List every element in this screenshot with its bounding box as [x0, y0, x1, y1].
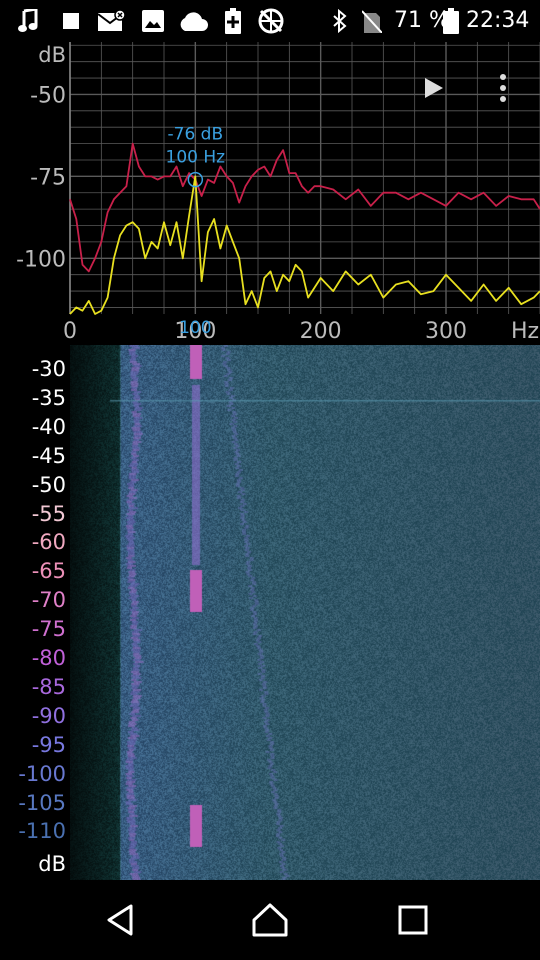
- bluetooth-icon: [330, 8, 350, 34]
- cursor-db-readout: -76 dB: [168, 125, 224, 145]
- overflow-menu-button[interactable]: [490, 70, 516, 106]
- clock: 22:34: [466, 8, 530, 33]
- y-tick-label: -75: [30, 165, 66, 190]
- db-scale-label: -100: [18, 761, 66, 786]
- y-tick-label: -50: [30, 83, 66, 108]
- battery-icon: [442, 8, 460, 34]
- x-tick-label: 300: [425, 319, 467, 342]
- db-scale-label: -35: [31, 385, 66, 410]
- x-tick-label: 200: [300, 319, 342, 342]
- x-tick-label: 0: [63, 319, 77, 342]
- spectrogram-canvas[interactable]: [70, 345, 540, 880]
- navigation-bar: [0, 880, 540, 960]
- db-unit-label: dB: [38, 852, 66, 877]
- recents-icon: [398, 905, 428, 935]
- db-scale-label: -45: [31, 443, 66, 468]
- db-scale-label: -60: [31, 530, 66, 555]
- db-scale-label: -50: [31, 472, 66, 497]
- db-scale-label: -70: [31, 588, 66, 613]
- db-scale-label: -90: [31, 703, 66, 728]
- cloud-icon: [177, 8, 209, 34]
- cursor-axis-marker: 100: [179, 318, 211, 338]
- db-scale-label: -40: [31, 414, 66, 439]
- status-bar: 71 % 22:34: [0, 0, 540, 42]
- db-scale-label: -55: [31, 501, 66, 526]
- grid: [69, 42, 540, 314]
- more-vert-icon: [500, 74, 506, 102]
- waterfall-spectrogram[interactable]: -30 -35 -40 -45 -50 -55 -60 -65 -70 -75 -80 -85 -90 -…: [0, 345, 540, 880]
- db-scale-label: -65: [31, 559, 66, 584]
- spectrum-chart[interactable]: dB-50-75-1000 100 200 300 Hz -76 dB100 Hz100: [0, 42, 540, 342]
- no-signal-icon: [360, 8, 384, 34]
- sync-disabled-icon: [256, 8, 286, 34]
- db-scale-label: -110: [18, 819, 66, 844]
- home-button[interactable]: [240, 898, 300, 942]
- stop-icon: [60, 8, 82, 34]
- recents-button[interactable]: [383, 898, 443, 942]
- home-icon: [252, 903, 288, 937]
- y-tick-label: -100: [16, 247, 66, 272]
- db-scale-label: -105: [18, 790, 66, 815]
- cursor-hz-readout: 100 Hz: [166, 148, 226, 168]
- db-scale-label: -85: [31, 674, 66, 699]
- image-icon: [140, 8, 166, 34]
- live-trace: [69, 175, 540, 315]
- back-icon: [107, 904, 133, 936]
- music-icon: [14, 8, 42, 34]
- db-scale-label: -30: [31, 357, 66, 381]
- battery-saver-icon: [222, 8, 244, 34]
- email-icon: [96, 8, 126, 34]
- traces: [69, 142, 540, 315]
- peak-hold-trace: [69, 142, 540, 273]
- x-unit-label: Hz: [511, 319, 539, 342]
- back-button[interactable]: [90, 898, 150, 942]
- y-unit-label: dB: [38, 43, 66, 67]
- db-scale-label: -95: [31, 732, 66, 757]
- db-scale-label: -80: [31, 646, 66, 670]
- play-button[interactable]: [418, 70, 450, 106]
- play-icon: [425, 78, 443, 98]
- db-scale-label: -75: [31, 617, 66, 642]
